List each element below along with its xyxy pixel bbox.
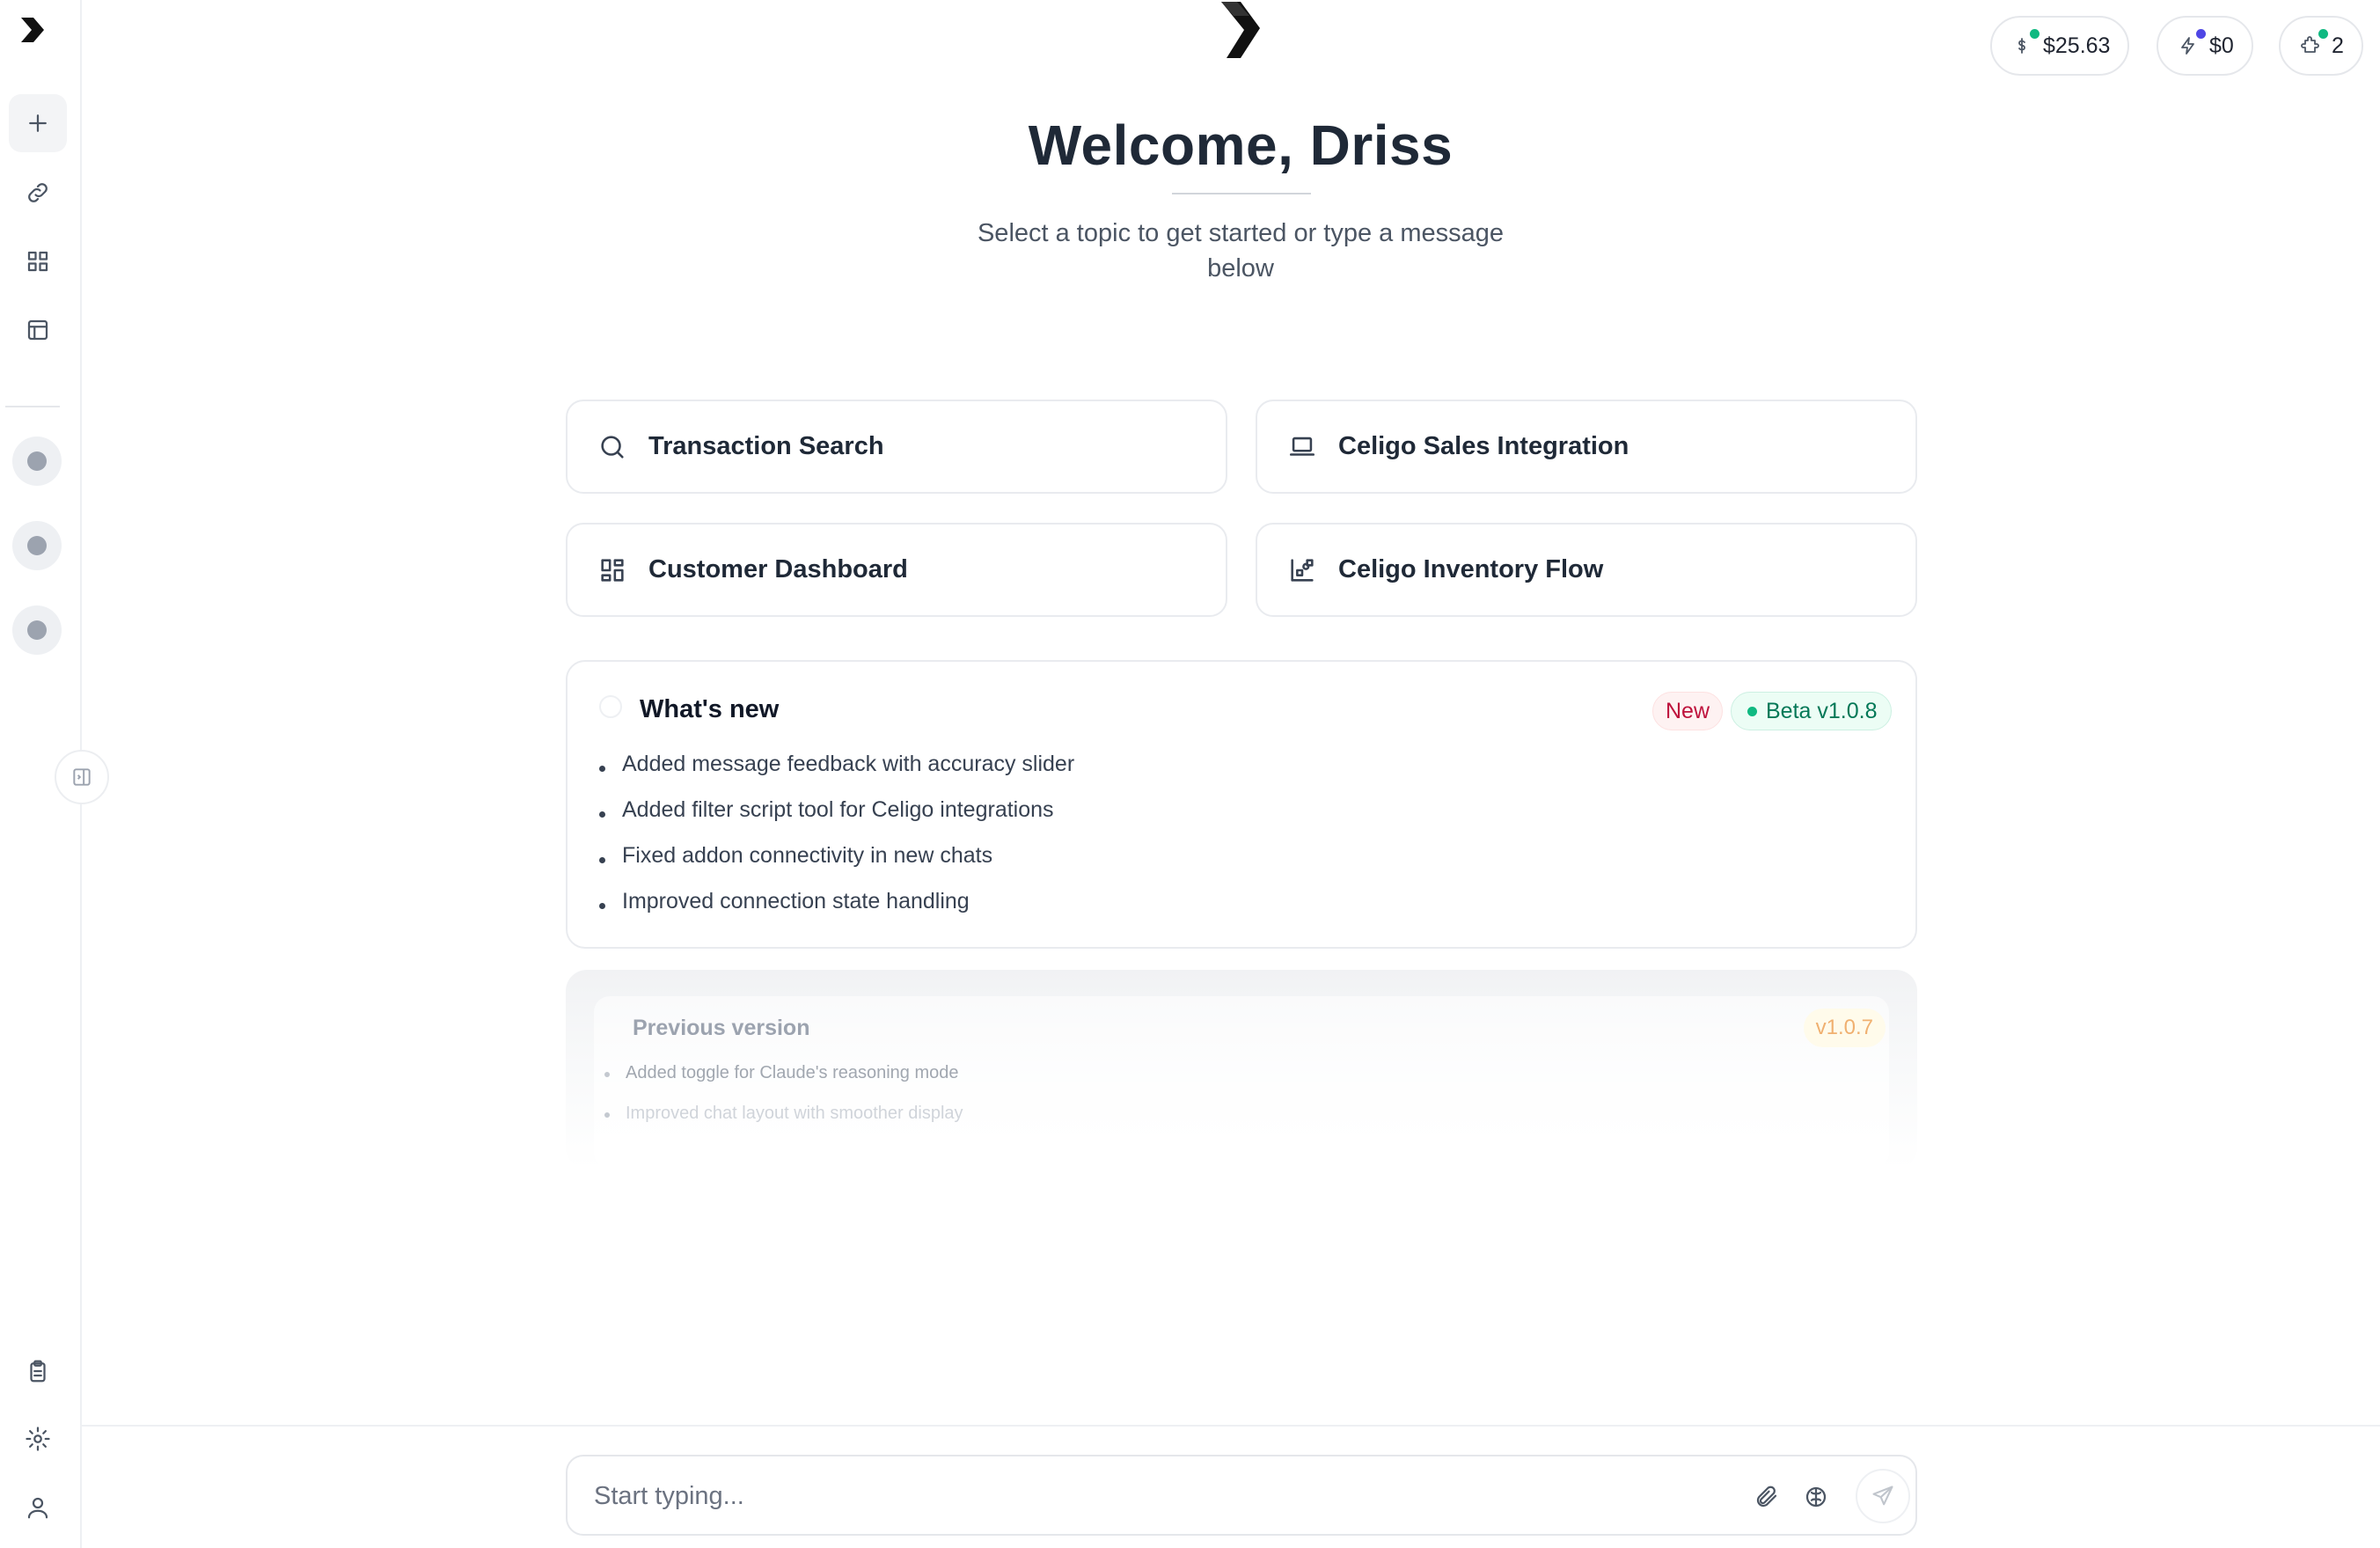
whats-new-list: Added message feedback with accuracy sli… [597,748,1074,931]
clipboard-button[interactable] [9,1342,67,1400]
version-badge: Beta v1.0.8 [1731,692,1893,730]
message-composer [566,1455,1917,1536]
grid-icon [27,251,48,272]
previous-version-title: Previous version [633,1016,810,1040]
clipboard-icon [30,1360,46,1383]
brain-icon [1805,1486,1827,1508]
app-logo[interactable] [14,12,49,48]
loading-spinner-icon [599,695,622,718]
page-subtitle: Select a topic to get started or type a … [977,219,1505,282]
whats-new-title: What's new [640,695,780,723]
balance-pill[interactable]: $25.63 [1990,16,2130,76]
gear-icon [26,1427,50,1451]
status-dot [2030,29,2039,39]
layout-button[interactable] [9,301,67,359]
topic-label: Transaction Search [648,432,884,460]
settings-button[interactable] [9,1410,67,1468]
apps-button[interactable] [9,232,67,290]
list-item: Added filter script tool for Celigo inte… [597,794,1074,840]
avatar-dot-icon [27,620,47,640]
topic-card-customer-dashboard[interactable]: Customer Dashboard [566,523,1227,617]
user-icon [27,1497,48,1519]
status-dot [2318,29,2328,39]
topic-card-celigo-inventory-flow[interactable]: Celigo Inventory Flow [1256,523,1917,617]
send-icon [1872,1486,1893,1506]
avatar-dot-icon [27,536,47,555]
sidebar-chat-avatar-3[interactable] [12,605,62,655]
dollar-icon [2010,29,2039,58]
brand-logo [1214,0,1267,62]
panel-expand-icon [73,768,91,786]
addons-pill[interactable]: 2 [2279,16,2363,76]
flow-chart-icon [1291,558,1314,582]
new-badge: New [1652,692,1724,730]
previous-version-badge: v1.0.7 [1803,1009,1886,1047]
sidebar-divider [5,406,60,407]
lightning-icon [2176,29,2206,58]
new-chat-button[interactable] [9,94,67,152]
previous-version-list: Added toggle for Claude's reasoning mode… [603,1060,963,1141]
search-icon [601,435,624,459]
logo-icon [1221,2,1260,58]
topic-card-transaction-search[interactable]: Transaction Search [566,400,1227,494]
title-underline [1172,193,1311,194]
laptop-icon [1289,437,1315,456]
status-dot [2196,29,2206,39]
message-input[interactable] [594,1472,1720,1520]
addons-count: 2 [2332,33,2344,58]
balance-value: $25.63 [2043,33,2111,58]
link-icon [28,183,48,202]
list-item: Improved connection state handling [597,885,1074,931]
whats-new-panel: What's new New Beta v1.0.8 Added message… [566,660,1917,949]
page-title: Welcome, Driss [1028,114,1454,177]
plus-icon [29,114,47,132]
previous-version-content: Previous version v1.0.7 Added toggle for… [594,996,1889,1169]
topic-card-celigo-sales-integration[interactable]: Celigo Sales Integration [1256,400,1917,494]
connections-button[interactable] [9,164,67,222]
previous-version-panel[interactable]: Previous version v1.0.7 Added toggle for… [566,970,1917,1169]
send-button[interactable] [1856,1469,1910,1523]
sidebar-toggle-button[interactable] [55,750,109,804]
version-badge-label: Beta v1.0.8 [1766,698,1878,723]
topic-label: Celigo Inventory Flow [1338,555,1604,583]
list-item: Added toggle for Claude's reasoning mode [603,1060,963,1100]
puzzle-icon [2298,29,2328,58]
avatar-dot-icon [27,451,47,471]
usage-pill[interactable]: $0 [2157,16,2253,76]
paperclip-icon [1756,1486,1777,1508]
list-item: Improved chat layout with smoother displ… [603,1100,963,1141]
layout-icon [27,319,48,341]
sidebar-chat-avatar-2[interactable] [12,521,62,570]
status-dot-icon [1747,706,1757,716]
attach-button[interactable] [1749,1479,1784,1515]
topic-label: Celigo Sales Integration [1338,432,1629,460]
usage-value: $0 [2209,33,2234,58]
list-item: Added message feedback with accuracy sli… [597,748,1074,794]
topic-label: Customer Dashboard [648,555,908,583]
dashboard-icon [601,558,624,582]
profile-button[interactable] [9,1478,67,1537]
composer-divider [82,1425,2380,1427]
sidebar-chat-avatar-1[interactable] [12,437,62,486]
logo-icon [21,18,44,42]
reasoning-toggle-button[interactable] [1798,1479,1834,1515]
list-item: Fixed addon connectivity in new chats [597,840,1074,885]
